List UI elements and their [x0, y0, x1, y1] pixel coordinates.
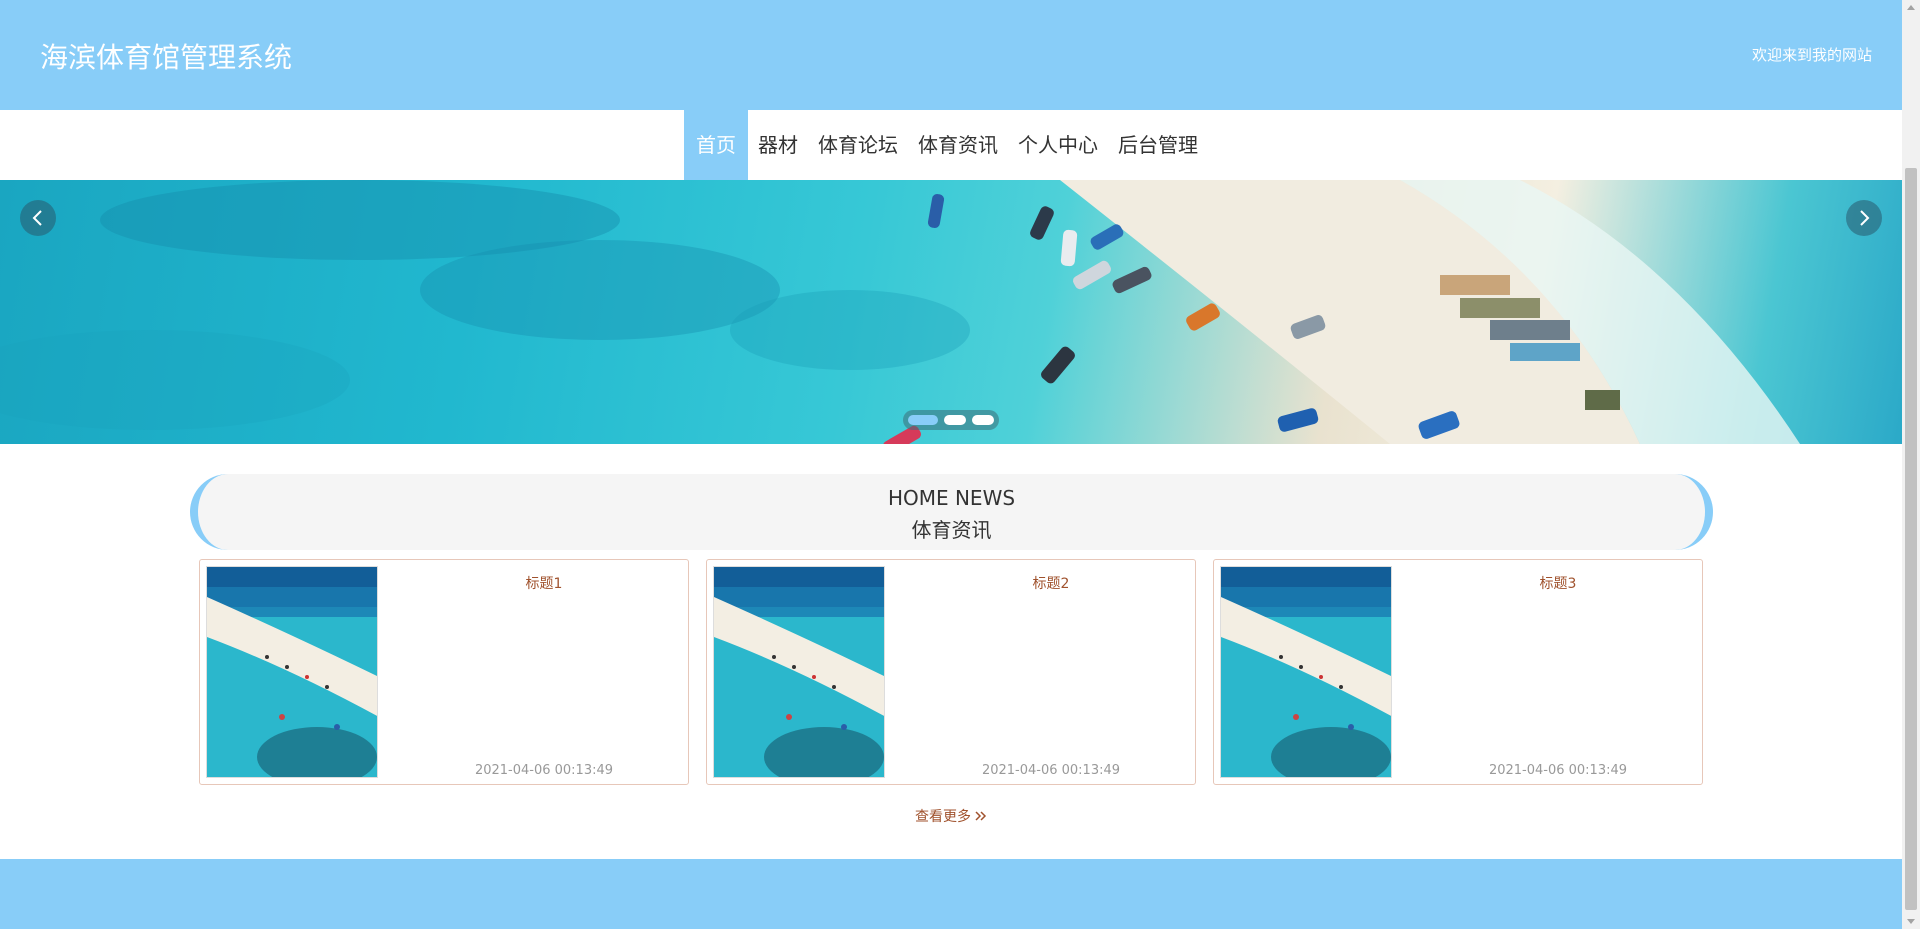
carousel-indicators	[903, 410, 999, 430]
carousel-dot-3[interactable]	[972, 415, 994, 425]
nav-item-admin[interactable]: 后台管理	[1108, 110, 1208, 180]
scroll-up-arrow-icon[interactable]	[1902, 0, 1920, 16]
news-section-header: HOME NEWS 体育资讯	[190, 474, 1713, 550]
news-title-cn: 体育资讯	[911, 518, 992, 542]
nav-item-forum[interactable]: 体育论坛	[808, 110, 908, 180]
news-title-en: HOME NEWS	[887, 486, 1016, 510]
nav-item-home[interactable]: 首页	[684, 110, 748, 180]
news-thumbnail	[206, 566, 378, 778]
nav-item-news[interactable]: 体育资讯	[908, 110, 1008, 180]
news-card-title[interactable]: 标题2	[907, 573, 1195, 593]
carousel-dot-1[interactable]	[908, 415, 938, 425]
chevron-left-icon	[32, 210, 42, 226]
nav-item-equipment[interactable]: 器材	[748, 110, 808, 180]
footer	[0, 859, 1902, 929]
carousel-dot-2[interactable]	[944, 415, 966, 425]
main-nav: 首页 器材 体育论坛 体育资讯 个人中心 后台管理	[0, 110, 1902, 180]
vertical-scrollbar[interactable]	[1902, 0, 1920, 929]
welcome-text: 欢迎来到我的网站	[1751, 46, 1872, 64]
nav-items: 首页 器材 体育论坛 体育资讯 个人中心 后台管理	[684, 110, 1208, 180]
scrollbar-thumb[interactable]	[1905, 168, 1917, 910]
news-card[interactable]: 标题2 2021-04-06 00:13:49	[706, 559, 1196, 785]
site-title: 海滨体育馆管理系统	[40, 41, 293, 74]
beach-image	[0, 180, 1800, 444]
news-card-time: 2021-04-06 00:13:49	[1488, 763, 1628, 778]
news-card-time: 2021-04-06 00:13:49	[474, 763, 614, 778]
view-more-label: 查看更多	[915, 809, 971, 825]
scroll-down-arrow-icon[interactable]	[1902, 913, 1920, 929]
carousel-prev-button[interactable]	[20, 200, 56, 236]
view-more-link[interactable]: 查看更多	[915, 806, 987, 826]
header: 海滨体育馆管理系统 欢迎来到我的网站	[0, 0, 1902, 110]
nav-item-profile[interactable]: 个人中心	[1008, 110, 1108, 180]
banner-carousel[interactable]	[0, 180, 1902, 444]
news-card-time: 2021-04-06 00:13:49	[981, 763, 1121, 778]
news-thumbnail	[713, 566, 885, 778]
double-chevron-right-icon	[975, 811, 987, 821]
news-card[interactable]: 标题1 2021-04-06 00:13:49	[199, 559, 689, 785]
news-card[interactable]: 标题3 2021-04-06 00:13:49	[1213, 559, 1703, 785]
chevron-right-icon	[1860, 210, 1870, 226]
news-thumbnail	[1220, 566, 1392, 778]
news-card-title[interactable]: 标题3	[1414, 573, 1702, 593]
carousel-next-button[interactable]	[1846, 200, 1882, 236]
news-card-title[interactable]: 标题1	[400, 573, 688, 593]
page: 海滨体育馆管理系统 欢迎来到我的网站 首页 器材 体育论坛 体育资讯 个人中心 …	[0, 0, 1902, 929]
